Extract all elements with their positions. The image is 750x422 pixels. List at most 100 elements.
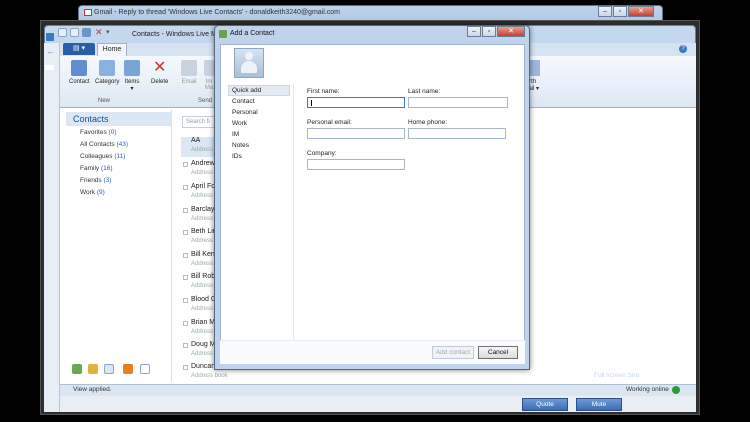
contact-checkbox[interactable] [183, 185, 188, 190]
contact-source: Address [191, 170, 214, 176]
bottom-switcher [66, 360, 172, 380]
nav-strip [44, 43, 60, 412]
delete-icon[interactable]: ✕ [95, 28, 104, 37]
new-contact-button[interactable]: Contact [69, 60, 90, 85]
lock-icon [45, 65, 54, 70]
dialog-title: Add a Contact [230, 30, 275, 37]
nav-item-work[interactable]: Work [232, 120, 247, 127]
delete-x-icon: ✕ [152, 59, 167, 76]
nav-item-personal[interactable]: Personal [232, 109, 258, 116]
nav-item-contact[interactable]: Contact [232, 98, 254, 105]
calendar-icon[interactable] [88, 364, 98, 374]
add-contact-button[interactable]: Add contact [432, 346, 474, 359]
new-icon[interactable] [58, 28, 67, 37]
sidebar-item-count: (16) [100, 165, 113, 172]
nav-item-quick-add[interactable]: Quick add [232, 87, 261, 94]
contact-source: Address book [191, 373, 228, 379]
ribbon-group-new: New [98, 98, 111, 104]
sidebar-item-label: Family [80, 165, 100, 172]
new-contact-label: Contact [69, 79, 90, 85]
im-button[interactable]: Im Ma [204, 60, 214, 91]
contact-name: Doug M [191, 341, 216, 348]
gmail-close-button[interactable]: ✕ [628, 6, 654, 17]
newsgroups-icon[interactable] [140, 364, 150, 374]
contact-checkbox[interactable] [183, 208, 188, 213]
status-bar [60, 384, 696, 396]
status-text: View applied. [73, 386, 112, 393]
save-icon[interactable] [70, 28, 79, 37]
help-icon[interactable]: ? [679, 45, 687, 53]
contact-name: Blood G [191, 296, 217, 303]
contact-name: Duncan [191, 363, 216, 370]
nav-item-notes[interactable]: Notes [232, 142, 249, 149]
contact-name: Beth Lin [191, 228, 217, 235]
company-label: Company: [307, 150, 337, 157]
sidebar-item-count: (9) [96, 189, 105, 196]
dialog-maximize-button[interactable]: ▫ [482, 26, 496, 37]
company-field[interactable] [307, 159, 405, 170]
contact-source: Address [191, 261, 214, 267]
contact-source: Address [191, 193, 214, 199]
sync-icon[interactable] [82, 28, 91, 37]
online-status-icon[interactable] [672, 386, 680, 394]
contacts-icon[interactable] [104, 364, 114, 374]
feeds-icon[interactable] [123, 364, 133, 374]
tab-home[interactable]: Home [97, 43, 127, 56]
home-phone-label: Home phone: [408, 119, 448, 126]
contact-checkbox[interactable] [183, 162, 188, 167]
gmail-window-title: Gmail - Reply to thread 'Windows Live Co… [94, 9, 340, 16]
contact-checkbox[interactable] [183, 343, 188, 348]
contact-source: Address [191, 216, 214, 222]
email-icon [181, 60, 197, 76]
fullscreen-snip-text: Full screen Sno [594, 372, 640, 379]
items-button[interactable]: Items ▾ [124, 60, 140, 92]
mute-button[interactable]: Mute [576, 398, 622, 411]
contact-checkbox[interactable] [183, 230, 188, 235]
contact-checkbox[interactable] [183, 275, 188, 280]
sidebar-item-colleagues[interactable]: Colleagues (11) [80, 153, 125, 160]
sidebar-item-friends[interactable]: Friends (3) [80, 177, 111, 184]
person-icon-head [245, 52, 253, 60]
contact-checkbox[interactable] [183, 365, 188, 370]
contact-checkbox[interactable] [183, 253, 188, 258]
sidebar-item-favorites[interactable]: Favorites (0) [80, 129, 117, 136]
email-label: Email [181, 79, 197, 85]
first-name-label: First name: [307, 88, 340, 95]
sidebar-item-family[interactable]: Family (16) [80, 165, 113, 172]
mail-icon[interactable] [72, 364, 82, 374]
gmail-maximize-button[interactable]: ▫ [613, 6, 627, 17]
contact-name: Andrew [191, 160, 215, 167]
new-category-button[interactable]: Category [95, 60, 119, 85]
back-arrow-icon[interactable]: ← [46, 46, 55, 56]
contact-checkbox[interactable] [183, 298, 188, 303]
items-label: Items [124, 79, 140, 85]
sidebar-item-label: Friends [80, 177, 102, 184]
contact-source: Address [191, 351, 214, 357]
text-caret [311, 100, 312, 106]
nav-item-im[interactable]: IM [232, 131, 239, 138]
sidebar-item-work[interactable]: Work (9) [80, 189, 105, 196]
sidebar-item-all-contacts[interactable]: All Contacts (43) [80, 141, 128, 148]
delete-button[interactable]: ✕ Delete [151, 59, 168, 86]
first-name-field[interactable] [307, 97, 405, 108]
dialog-close-button[interactable]: ✕ [497, 26, 525, 37]
sidebar-item-count: (11) [114, 153, 126, 160]
quote-button[interactable]: Quote [522, 398, 568, 411]
personal-email-field[interactable] [307, 128, 405, 139]
gmail-minimize-button[interactable]: – [598, 6, 612, 17]
email-button[interactable]: Email [181, 60, 197, 85]
last-name-field[interactable] [408, 97, 508, 108]
sidebar-item-count: (3) [103, 177, 112, 184]
sidebar-header: Contacts [66, 112, 172, 126]
dialog-minimize-button[interactable]: – [467, 26, 481, 37]
home-phone-field[interactable] [408, 128, 506, 139]
chevron-down-icon[interactable]: ▾ [106, 28, 115, 37]
nav-item-ids[interactable]: IDs [232, 153, 242, 160]
im-icon [204, 60, 214, 76]
file-menu-tab[interactable]: ▤ ▾ [63, 43, 95, 55]
personal-email-label: Personal email: [307, 119, 352, 126]
contact-source: Address [191, 306, 214, 312]
contact-checkbox[interactable] [183, 321, 188, 326]
im-label-2: Ma [204, 85, 214, 91]
cancel-button[interactable]: Cancel [478, 346, 518, 359]
